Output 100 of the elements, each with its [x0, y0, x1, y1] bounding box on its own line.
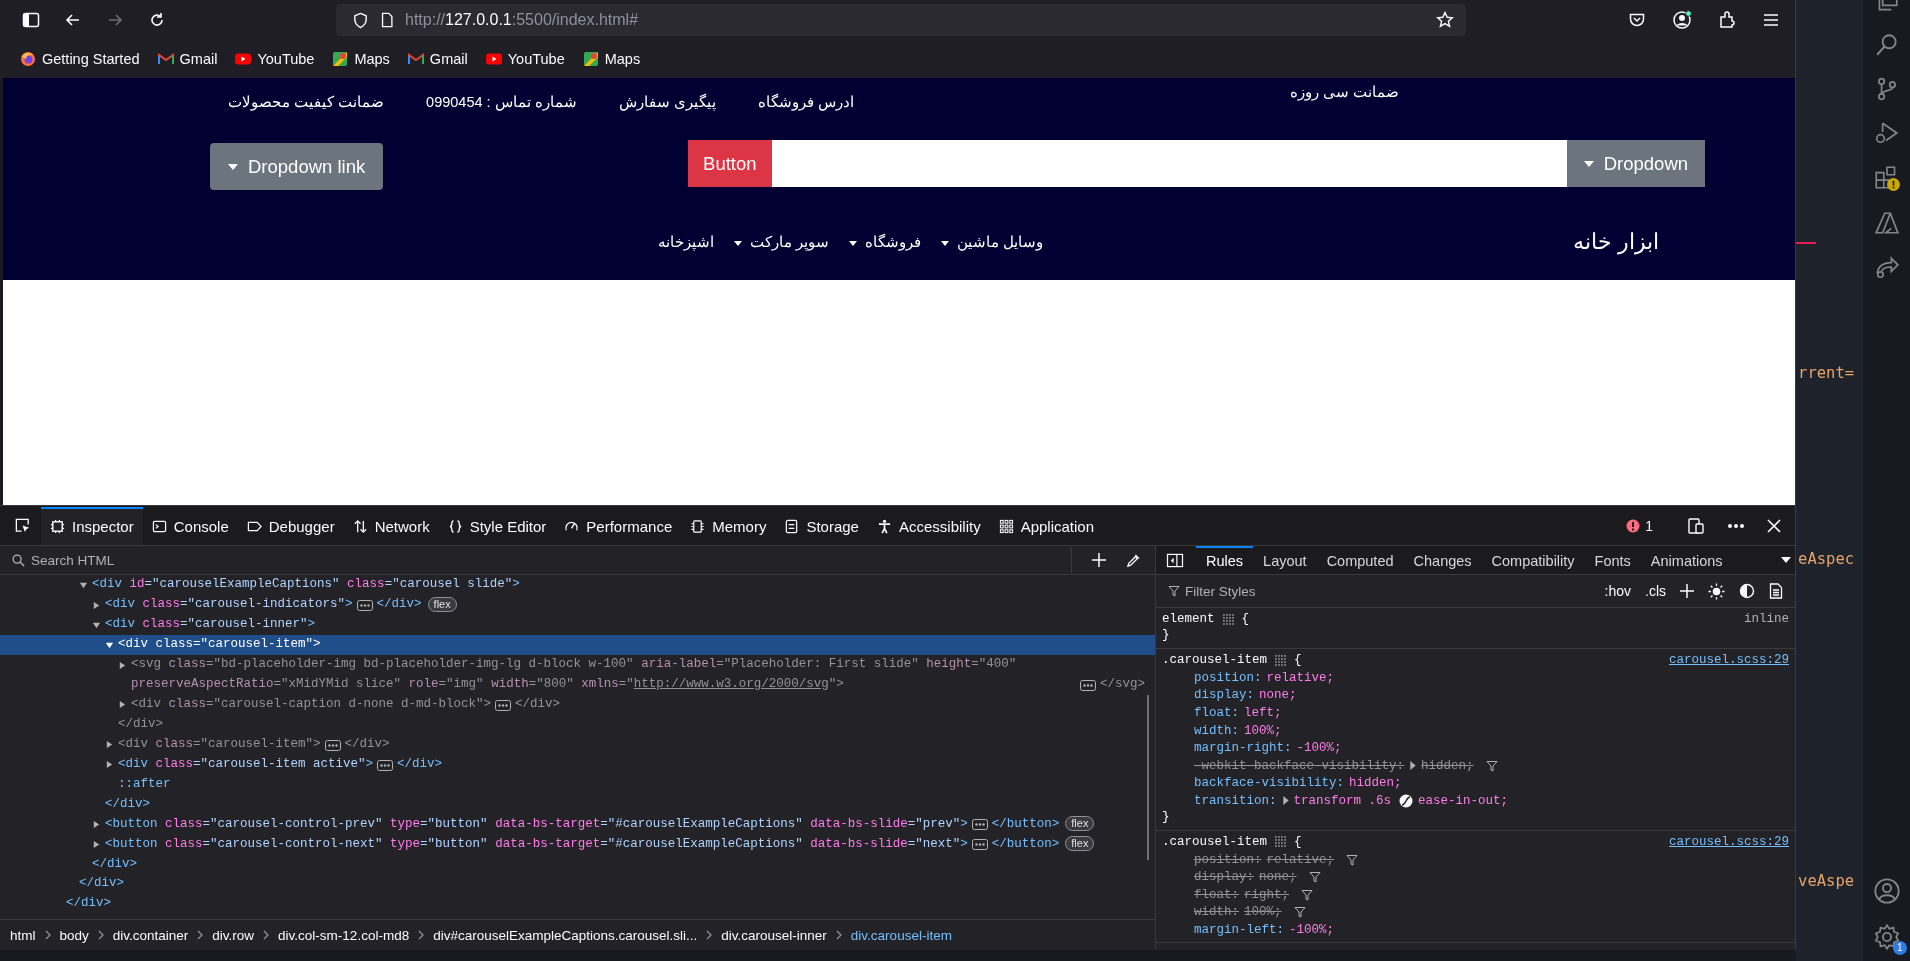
scrollbar[interactable] — [1147, 695, 1149, 860]
search-input[interactable] — [771, 140, 1567, 187]
flex-badge[interactable]: flex — [1065, 836, 1095, 852]
ellipsis-icon[interactable] — [324, 739, 341, 751]
ellipsis-icon[interactable] — [495, 699, 512, 711]
dropdown-button[interactable]: Dropdown — [1566, 140, 1706, 187]
dropdown-link-button[interactable]: Dropdown link — [210, 143, 384, 190]
class-toggle[interactable]: .cls — [1645, 583, 1667, 599]
css-value[interactable]: left; — [1244, 706, 1282, 720]
tree-row[interactable]: <div class="carousel-item"> — [0, 635, 1155, 655]
ellipsis-icon[interactable] — [1080, 679, 1096, 691]
panel-tab[interactable]: Computed — [1316, 546, 1404, 574]
close-icon[interactable] — [1767, 518, 1782, 533]
nav-link[interactable]: فروشگاه — [848, 234, 921, 250]
tree-row[interactable]: <div id="carouselExampleCaptions" class="carousel slide"> — [0, 575, 1155, 595]
more-options-icon[interactable] — [1727, 522, 1746, 529]
css-property[interactable]: width: — [1194, 723, 1239, 738]
collapse-arrow-icon[interactable] — [92, 620, 101, 630]
error-count[interactable]: 1 — [1626, 517, 1654, 534]
extensions-warning-icon[interactable] — [1872, 164, 1901, 192]
header-link[interactable]: ادرس فروشگاه — [757, 94, 854, 110]
css-property[interactable]: margin-right: — [1194, 741, 1292, 756]
tree-row[interactable]: <div class="carousel-item active"> </div> — [0, 754, 1155, 775]
reload-icon[interactable] — [148, 11, 166, 29]
css-value[interactable]: relative; — [1266, 670, 1335, 685]
header-link[interactable]: ضمانت کیفیت محصولات — [228, 94, 385, 110]
panel-tab[interactable]: Compatibility — [1481, 546, 1585, 574]
expand-arrow-icon[interactable] — [118, 660, 127, 670]
css-property[interactable]: float: — [1194, 706, 1239, 720]
header-link[interactable]: شماره تماس : 0990454 — [426, 94, 577, 110]
add-node-icon[interactable] — [1092, 553, 1106, 567]
devtools-tab[interactable]: Accessibility — [867, 506, 990, 545]
css-value[interactable]: relative; — [1266, 852, 1335, 867]
css-property[interactable]: transition: — [1194, 793, 1277, 808]
brand-title[interactable]: ابزار خانه — [1572, 229, 1660, 255]
devtools-tab[interactable]: Storage — [775, 506, 868, 545]
css-value[interactable]: none; — [1259, 870, 1297, 885]
ellipsis-icon[interactable] — [971, 839, 988, 851]
css-value[interactable]: 100%; — [1244, 723, 1282, 738]
eyedropper-icon[interactable] — [1126, 552, 1141, 568]
css-value[interactable]: hidden; — [1349, 776, 1402, 791]
breadcrumb[interactable]: div.container — [112, 927, 189, 943]
breadcrumb[interactable]: div.carousel-item — [850, 927, 952, 943]
filter-icon[interactable] — [1293, 906, 1306, 919]
css-property[interactable]: display: — [1194, 688, 1254, 703]
css-property[interactable]: position: — [1194, 670, 1262, 685]
tree-row[interactable]: <div class="carousel-item"> </div> — [0, 734, 1155, 755]
panel-tab[interactable]: Layout — [1253, 546, 1317, 574]
nav-link[interactable]: سوپر مارکت — [733, 234, 829, 250]
filter-icon[interactable] — [1301, 888, 1314, 901]
tree-row[interactable]: <div class="carousel-inner"> — [0, 615, 1155, 635]
contrast-icon[interactable] — [1739, 583, 1756, 599]
bookmark[interactable]: Gmail — [157, 51, 218, 67]
page-icon[interactable] — [379, 12, 395, 28]
hover-state-toggle[interactable]: :hov — [1604, 583, 1632, 599]
source-link[interactable]: carousel.scss:29 — [1669, 834, 1790, 849]
expand-arrow-icon[interactable] — [1282, 796, 1289, 806]
ellipsis-icon[interactable] — [971, 819, 988, 831]
tree-row[interactable]: <button class="carousel-control-next" type="button" data-bs-target="#carouselExampleCaptions" data-bs-slide="next"> </button> flex — [0, 834, 1155, 855]
toggle-pane-icon[interactable] — [1166, 552, 1184, 568]
expand-arrow-icon[interactable] — [1410, 761, 1417, 771]
link[interactable]: http://www.w3.org/2000/svg — [633, 676, 829, 691]
css-property[interactable]: width: — [1194, 905, 1239, 920]
css-value[interactable]: 100%; — [1244, 905, 1282, 920]
dropdown-arrow-icon[interactable] — [1781, 557, 1792, 563]
source-link[interactable]: carousel.scss:29 — [1669, 653, 1790, 667]
grid-dots-icon[interactable] — [1275, 654, 1287, 666]
azure-icon[interactable] — [1873, 210, 1900, 236]
devtools-tab[interactable]: Style Editor — [438, 506, 556, 545]
breadcrumb[interactable]: div.row — [212, 927, 255, 943]
bookmark[interactable]: Maps — [332, 51, 390, 67]
collapse-arrow-icon[interactable] — [79, 580, 88, 590]
pseudo-element[interactable]: ::after — [118, 774, 171, 795]
filter-icon[interactable] — [1485, 759, 1498, 772]
ellipsis-icon[interactable] — [377, 759, 394, 771]
css-property[interactable]: display: — [1194, 870, 1254, 885]
expand-arrow-icon[interactable] — [92, 840, 101, 850]
css-value[interactable]: -100%; — [1296, 741, 1342, 756]
css-value[interactable]: transform .6s — [1293, 793, 1392, 808]
panel-tab[interactable]: Fonts — [1584, 546, 1641, 574]
devtools-tab[interactable]: Debugger — [237, 506, 344, 545]
bookmark[interactable]: Maps — [582, 51, 641, 67]
sidebar-icon[interactable] — [22, 11, 40, 29]
css-property[interactable]: -webkit-backface-visibility: — [1194, 758, 1405, 773]
tree-row[interactable]: <div class="carousel-caption d-none d-md-block"> </div> — [0, 694, 1155, 715]
search-button[interactable]: Button — [688, 140, 772, 187]
expand-arrow-icon[interactable] — [105, 740, 114, 750]
breadcrumb[interactable]: div#carouselExampleCaptions.carousel.sli... — [433, 927, 698, 943]
sun-icon[interactable] — [1708, 582, 1726, 600]
collapse-arrow-icon[interactable] — [105, 640, 114, 650]
tree-row[interactable]: <button class="carousel-control-prev" type="button" data-bs-target="#carouselExampleCaptions" data-bs-slide="prev"> </button> flex — [0, 814, 1155, 835]
flex-badge[interactable]: flex — [427, 596, 457, 612]
element-picker-icon[interactable] — [14, 517, 31, 534]
css-property[interactable]: float: — [1194, 887, 1239, 902]
filter-icon[interactable] — [1308, 871, 1321, 884]
panel-tab[interactable]: Changes — [1403, 546, 1482, 574]
document-icon[interactable] — [1769, 583, 1784, 599]
nav-link[interactable]: وسایل ماشین — [940, 234, 1043, 250]
tree-row[interactable]: <div class="carousel-indicators"> </div> flex — [0, 595, 1155, 615]
search-html-field[interactable]: Search HTML — [31, 552, 1071, 568]
